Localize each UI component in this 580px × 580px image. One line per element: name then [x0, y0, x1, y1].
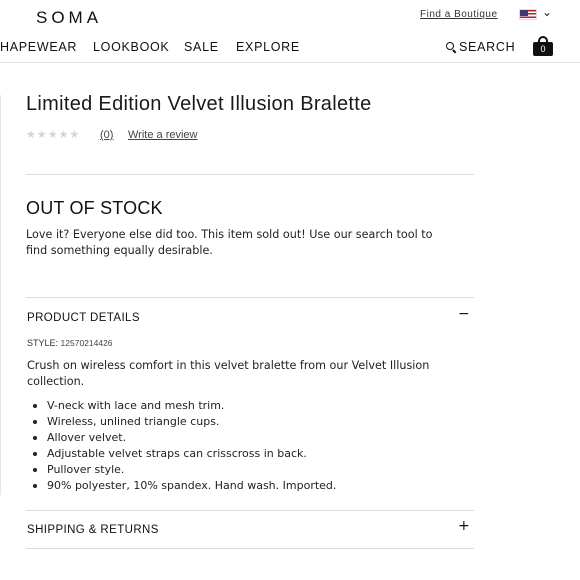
find-boutique-link[interactable]: Find a Boutique — [420, 9, 498, 20]
us-flag-icon[interactable] — [519, 9, 537, 20]
product-details-heading[interactable]: PRODUCT DETAILS — [27, 312, 140, 324]
left-divider — [0, 95, 1, 495]
nav-item-shapewear[interactable]: HAPEWEAR — [0, 40, 77, 54]
nav-item-lookbook[interactable]: LOOKBOOK — [93, 40, 169, 54]
search-icon — [446, 42, 457, 54]
shipping-returns-heading[interactable]: SHIPPING & RETURNS — [27, 524, 159, 536]
style-value: 12570214426 — [60, 338, 113, 348]
divider — [26, 510, 474, 511]
list-item: V-neck with lace and mesh trim. — [33, 398, 336, 414]
product-description: Crush on wireless comfort in this velvet… — [27, 359, 430, 388]
star-icon: ★ — [69, 128, 80, 141]
expand-icon[interactable]: + — [458, 518, 470, 534]
product-title: Limited Edition Velvet Illusion Bralette — [26, 93, 372, 115]
out-of-stock-message: Love it? Everyone else did too. This ite… — [26, 228, 433, 257]
star-icon: ★ — [58, 128, 69, 141]
list-item: Allover velvet. — [33, 430, 336, 446]
divider — [26, 548, 474, 549]
star-icon: ★ — [26, 128, 36, 141]
soma-logo[interactable]: SOMA — [36, 8, 102, 28]
style-number: STYLE: 12570214426 — [27, 338, 113, 348]
search-button[interactable]: SEARCH — [446, 40, 515, 54]
rating-stars: ★ ★ ★ ★ ★ — [26, 129, 79, 140]
divider — [26, 297, 474, 298]
feature-list: V-neck with lace and mesh trim. Wireless… — [33, 398, 336, 494]
collapse-icon[interactable]: − — [458, 306, 470, 322]
chevron-down-icon[interactable]: ⌄ — [542, 5, 552, 19]
shopping-bag-button[interactable]: 0 — [533, 36, 553, 56]
list-item: Pullover style. — [33, 462, 336, 478]
style-label: STYLE: — [27, 338, 59, 348]
list-item: 90% polyester, 10% spandex. Hand wash. I… — [33, 478, 336, 494]
nav-divider — [0, 62, 580, 63]
nav-item-sale[interactable]: SALE — [184, 40, 219, 54]
star-icon: ★ — [36, 128, 47, 141]
divider — [26, 174, 474, 175]
out-of-stock-heading: OUT OF STOCK — [26, 198, 163, 218]
star-icon: ★ — [47, 128, 58, 141]
list-item: Adjustable velvet straps can crisscross … — [33, 446, 336, 462]
write-review-link[interactable]: Write a review — [128, 129, 197, 141]
review-count-link[interactable]: (0) — [100, 129, 113, 141]
search-label: SEARCH — [459, 40, 516, 54]
nav-item-explore[interactable]: EXPLORE — [236, 40, 300, 54]
list-item: Wireless, unlined triangle cups. — [33, 414, 336, 430]
bag-count: 0 — [540, 44, 546, 54]
